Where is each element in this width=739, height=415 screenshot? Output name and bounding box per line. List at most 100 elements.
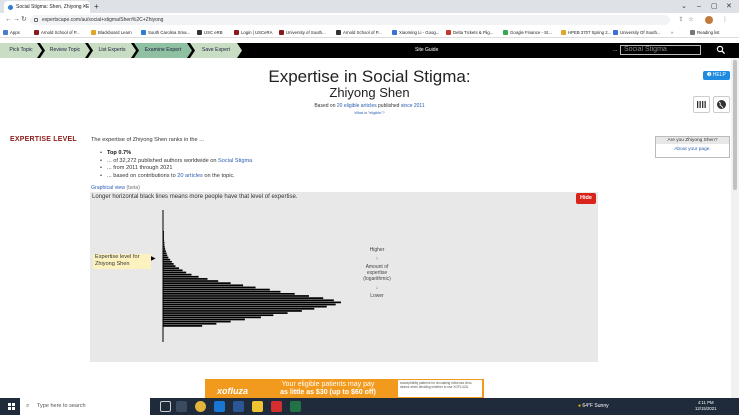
page-title: Expertise in Social Stigma: bbox=[268, 67, 471, 86]
browser-tab[interactable]: Social Stigma: Shen, Zhiyong - E ✕ bbox=[4, 1, 90, 13]
list-item: ... of 32,272 published authors worldwid… bbox=[100, 158, 252, 166]
distribution-bar bbox=[163, 275, 199, 278]
bar-chart-view-button[interactable] bbox=[693, 96, 710, 113]
distribution-bar bbox=[163, 258, 171, 261]
excel-icon[interactable] bbox=[290, 401, 301, 412]
topic-search-input[interactable]: Social Stigma bbox=[620, 45, 701, 55]
bookmarks-bar: Apps Arnold School of P... Blackboard Le… bbox=[0, 27, 739, 38]
globe-icon bbox=[717, 100, 726, 109]
bookmark-item[interactable]: Blackboard Learn bbox=[91, 27, 132, 37]
chrome-icon[interactable] bbox=[195, 401, 206, 412]
minimize-icon[interactable]: – bbox=[697, 0, 701, 13]
forward-icon[interactable]: → bbox=[13, 13, 20, 27]
windows-start-icon[interactable] bbox=[8, 403, 15, 410]
distribution-bar bbox=[163, 241, 165, 244]
graphical-view-link[interactable]: Graphical view (beta) bbox=[91, 185, 140, 191]
expertise-level-heading: EXPERTISE LEVEL bbox=[10, 136, 77, 143]
bookmark-item[interactable]: Login | USCeRA bbox=[234, 27, 272, 37]
about-your-page-link[interactable]: About your page. bbox=[656, 144, 729, 155]
bookmark-item[interactable]: South Carolina Sma... bbox=[141, 27, 190, 37]
world-view-button[interactable] bbox=[713, 96, 730, 113]
bars-icon bbox=[697, 101, 706, 108]
weather-text[interactable]: 64°F Sunny bbox=[582, 403, 608, 409]
distribution-bar bbox=[163, 288, 270, 291]
since-year-link[interactable]: since 2011 bbox=[401, 103, 425, 109]
crumb-list-experts[interactable]: List Experts bbox=[88, 43, 136, 58]
weather-icon[interactable]: ● bbox=[578, 403, 581, 409]
axis-legend: Higher ↑ Amount of expertise (logarithmi… bbox=[352, 247, 402, 299]
list-item: ... from 2011 through 2021 bbox=[100, 165, 252, 173]
bookmark-favicon-icon bbox=[392, 30, 397, 35]
distribution-bar bbox=[163, 290, 281, 293]
tab-search-icon[interactable]: ⌄ bbox=[681, 0, 687, 13]
more-menu-icon[interactable]: ... bbox=[613, 43, 617, 58]
site-guide-link[interactable]: Site Guide bbox=[415, 43, 438, 58]
crumb-save-expert[interactable]: Save Expert bbox=[190, 43, 242, 58]
taskbar-clock[interactable]: 4:11 PM 12/15/2021 bbox=[695, 400, 717, 412]
new-tab-icon[interactable]: + bbox=[94, 0, 99, 13]
bookmark-item[interactable]: Xiaoming Li - Goog... bbox=[392, 27, 439, 37]
bookmark-item[interactable]: Delta Tickets & Flig... bbox=[446, 27, 493, 37]
reload-icon[interactable]: ↻ bbox=[21, 13, 27, 27]
profile-avatar[interactable] bbox=[705, 16, 713, 24]
reading-list[interactable]: Reading list bbox=[690, 27, 719, 37]
distribution-bar bbox=[163, 260, 172, 263]
top-percent: Top 0.7% bbox=[107, 150, 132, 156]
bookmark-item[interactable]: Google Finance - St... bbox=[503, 27, 552, 37]
tab-close-icon[interactable]: ✕ bbox=[82, 1, 87, 13]
distribution-bar bbox=[163, 235, 164, 238]
distribution-bar bbox=[163, 254, 168, 257]
topic-link[interactable]: Social Stigma bbox=[218, 158, 252, 164]
window-close-icon[interactable]: ✕ bbox=[726, 0, 732, 13]
task-view-icon[interactable] bbox=[160, 401, 171, 412]
bookmark-favicon-icon bbox=[34, 30, 39, 35]
bookmark-item[interactable]: Arnold School of P... bbox=[34, 27, 80, 37]
articles-link[interactable]: 20 articles bbox=[177, 173, 203, 179]
maximize-icon[interactable]: ▢ bbox=[711, 0, 718, 13]
bookmark-star-icon[interactable]: ☆ bbox=[687, 16, 695, 24]
distribution-bar bbox=[163, 305, 327, 308]
distribution-bar bbox=[163, 271, 187, 274]
back-icon[interactable]: ← bbox=[5, 13, 12, 27]
eligible-articles-link[interactable]: 20 eligible articles bbox=[337, 103, 377, 109]
expert-level-label: Expertise level for Zhiyong Shen bbox=[93, 254, 151, 269]
based-on-line: Based on 20 eligible articles published … bbox=[314, 103, 425, 109]
widgets-icon[interactable] bbox=[176, 401, 187, 412]
distribution-bar bbox=[163, 239, 165, 242]
bookmark-favicon-icon bbox=[336, 30, 341, 35]
browser-tab-strip: Social Stigma: Shen, Zhiyong - E ✕ + ⌄ –… bbox=[0, 0, 739, 13]
crumb-review-topic[interactable]: Review Topic bbox=[40, 43, 90, 58]
bookmark-item[interactable]: HPEB 3707 Spring 2... bbox=[561, 27, 611, 37]
browser-menu-icon[interactable]: ⋮ bbox=[721, 16, 729, 24]
taskbar-search-input[interactable]: ⌕ Type here to search bbox=[20, 398, 150, 415]
bookmark-item[interactable]: Apps bbox=[3, 27, 20, 37]
what-is-eligible-link[interactable]: What is "eligible"? bbox=[0, 111, 739, 115]
file-explorer-icon[interactable] bbox=[252, 401, 263, 412]
bookmark-item[interactable]: Arnold School of P... bbox=[336, 27, 382, 37]
distribution-bar bbox=[163, 278, 208, 280]
bookmark-favicon-icon bbox=[141, 30, 146, 35]
distribution-bar bbox=[163, 292, 295, 295]
bookmark-item[interactable]: University of South... bbox=[279, 27, 326, 37]
distribution-bar bbox=[163, 325, 203, 327]
help-button[interactable]: ➊ HELP bbox=[703, 71, 730, 80]
crumb-pick-topic[interactable]: Pick Topic bbox=[0, 43, 42, 58]
outlook-icon[interactable] bbox=[214, 401, 225, 412]
address-bar[interactable]: expertscape.com/au/social+stigma/Shen%2C… bbox=[30, 15, 670, 25]
bookmark-favicon-icon bbox=[446, 30, 451, 35]
search-icon[interactable] bbox=[716, 45, 726, 55]
bookmark-item[interactable]: USC eRB bbox=[197, 27, 223, 37]
distribution-bar bbox=[163, 310, 302, 312]
bookmark-item[interactable]: University Of South... bbox=[613, 27, 661, 37]
acrobat-icon[interactable] bbox=[271, 401, 282, 412]
up-arrow-icon: ↑ bbox=[375, 256, 379, 262]
distribution-bar bbox=[163, 267, 180, 270]
word-icon[interactable] bbox=[233, 401, 244, 412]
advertisement-banner[interactable]: xofluza Your eligible patients may pay a… bbox=[205, 379, 484, 398]
distribution-bar bbox=[163, 256, 169, 259]
more-bookmarks-icon[interactable]: » bbox=[671, 27, 673, 37]
distribution-bar bbox=[163, 233, 164, 235]
ad-fine-print: susceptibility patterns for circulating … bbox=[398, 380, 482, 397]
share-icon[interactable]: ⇪ bbox=[677, 16, 685, 24]
crumb-examine-expert[interactable]: Examine Expert bbox=[134, 43, 192, 58]
